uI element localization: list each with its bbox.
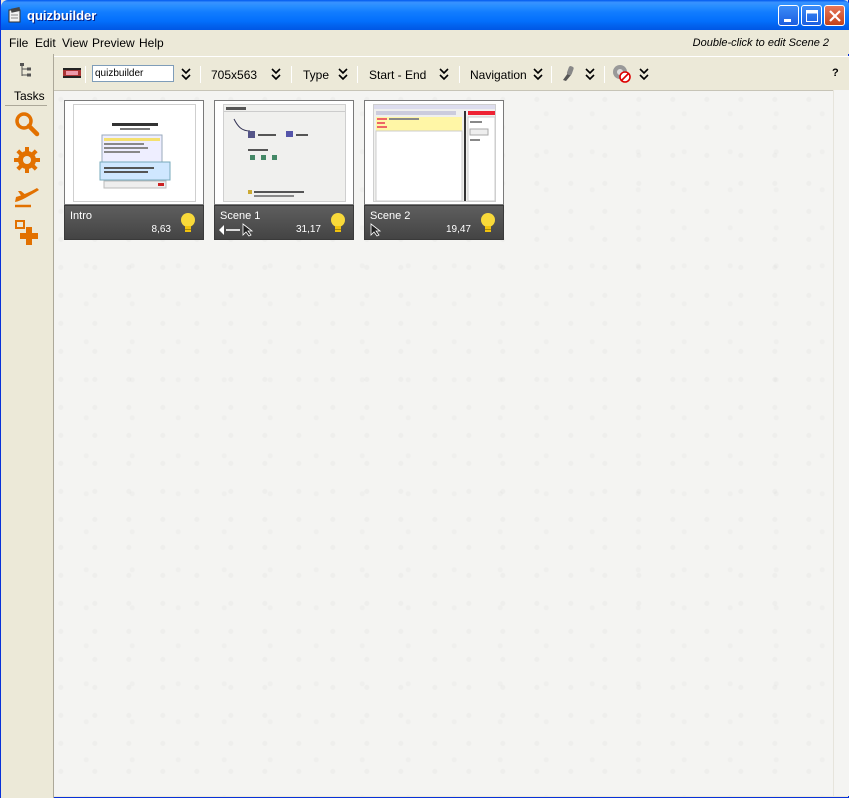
toolbar-separator (85, 66, 86, 83)
scene-duration: 31,17 (295, 224, 321, 235)
lightbulb-icon[interactable] (479, 212, 497, 234)
menu-file[interactable]: File (9, 36, 28, 50)
no-sound-icon[interactable] (612, 64, 632, 83)
chevron-down-icon[interactable] (532, 67, 544, 81)
toolbar-separator (291, 66, 292, 83)
scene2-preview-image (374, 105, 495, 201)
chevron-down-icon[interactable] (438, 67, 450, 81)
chevron-down-icon[interactable] (180, 67, 192, 81)
close-button[interactable] (824, 5, 845, 26)
toolbar-separator (200, 66, 201, 83)
size-label[interactable]: 705x563 (211, 68, 257, 82)
tree-view-icon[interactable] (19, 62, 33, 78)
scene1-preview-image (224, 105, 345, 201)
tasks-label: Tasks (14, 89, 45, 103)
type-label[interactable]: Type (303, 68, 329, 82)
project-name-field[interactable]: quizbuilder (92, 65, 174, 82)
scene-thumbnail (214, 100, 354, 205)
thumbnail-preview (73, 104, 196, 202)
scene-name: Scene 1 (220, 210, 261, 222)
scene-card[interactable]: Scene 2 19,47 (364, 100, 504, 240)
title-bar[interactable]: quizbuilder (1, 0, 849, 30)
maximize-button[interactable] (801, 5, 822, 26)
airplane-icon[interactable] (13, 182, 41, 210)
chevron-down-icon[interactable] (337, 67, 349, 81)
scene-info-bar: Scene 1 31,17 (214, 205, 354, 240)
menu-help[interactable]: Help (139, 36, 164, 50)
minimize-icon (784, 19, 791, 22)
chevron-down-icon[interactable] (584, 67, 596, 81)
menu-view[interactable]: View (62, 36, 88, 50)
app-window: quizbuilder File Edit View Preview Help … (0, 0, 849, 798)
close-icon (829, 10, 841, 22)
tasks-divider (5, 105, 47, 106)
toolbar-separator (604, 66, 605, 83)
toolbar-separator (551, 66, 552, 83)
menu-bar: File Edit View Preview Help Double-click… (1, 30, 849, 54)
scene-info-bar: Intro 8,63 (64, 205, 204, 240)
help-button[interactable]: ? (832, 67, 839, 79)
lightbulb-icon[interactable] (179, 212, 197, 234)
scene-info-bar: Scene 2 19,47 (364, 205, 504, 240)
cursor-icon (370, 223, 382, 237)
thumbnail-preview (373, 104, 496, 202)
navigation-label[interactable]: Navigation (470, 68, 527, 82)
scene-name: Intro (70, 210, 93, 222)
add-scene-icon[interactable] (13, 218, 41, 246)
chevron-down-icon[interactable] (270, 67, 282, 81)
scene-card[interactable]: Intro 8,63 (64, 100, 204, 240)
chevron-down-icon[interactable] (638, 67, 650, 81)
toolbar: quizbuilder 705x563 Type Start - End Nav… (54, 56, 849, 90)
scene-thumbnail (64, 100, 204, 205)
timing-label[interactable]: Start - End (369, 68, 426, 82)
gear-icon[interactable] (13, 146, 41, 174)
edit-hint: Double-click to edit Scene 2 (692, 37, 829, 49)
minimize-button[interactable] (778, 5, 799, 26)
tasks-pane: Tasks (1, 54, 54, 798)
menu-preview[interactable]: Preview (92, 36, 135, 50)
intro-preview-image (99, 123, 171, 189)
menu-edit[interactable]: Edit (35, 36, 56, 50)
vertical-scrollbar[interactable] (833, 90, 849, 796)
scene-name: Scene 2 (370, 210, 411, 222)
app-icon (8, 7, 21, 23)
search-icon[interactable] (13, 110, 41, 138)
maximize-icon (806, 10, 818, 22)
lightbulb-icon[interactable] (329, 212, 347, 234)
thumbnail-preview (223, 104, 346, 202)
toolbar-separator (357, 66, 358, 83)
scene-duration: 19,47 (445, 224, 471, 235)
cursor-icon (242, 223, 254, 237)
filmstrip-icon[interactable] (63, 66, 81, 80)
scene-thumbnail (364, 100, 504, 205)
toolbar-separator (459, 66, 460, 83)
scene-card[interactable]: Scene 1 31,17 (214, 100, 354, 240)
scene-duration: 8,63 (151, 224, 171, 235)
window-title: quizbuilder (27, 8, 97, 23)
brush-icon[interactable] (560, 65, 576, 82)
